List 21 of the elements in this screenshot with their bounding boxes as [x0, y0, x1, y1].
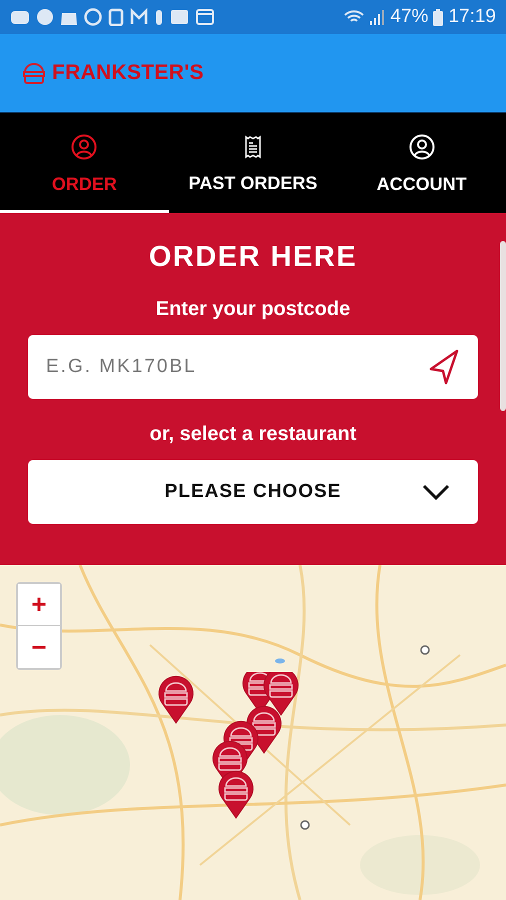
battery-percent: 47% [390, 6, 428, 28]
ring-icon [84, 8, 102, 26]
user-icon [71, 134, 98, 160]
location-arrow-icon[interactable] [428, 349, 460, 385]
panel-title: ORDER HERE [148, 241, 358, 274]
postcode-label: Enter your postcode [156, 298, 350, 321]
user-icon [408, 134, 435, 160]
brand-logo: FRANKSTER'S [52, 61, 204, 85]
mail-icon [130, 8, 148, 26]
postcode-field[interactable]: E.G. MK170BL [28, 335, 478, 399]
chevron-down-icon [422, 484, 450, 500]
clock: 17:19 [448, 6, 496, 28]
restaurant-dropdown[interactable]: PLEASE CHOOSE [28, 460, 478, 524]
receipt-icon [244, 134, 262, 158]
restaurant-label: or, select a restaurant [150, 423, 356, 446]
signal-icon [369, 9, 386, 25]
zoom-in-button[interactable]: + [18, 584, 60, 626]
phone-icon [108, 8, 124, 26]
calendar-icon [196, 8, 214, 26]
battery-icon [433, 8, 444, 26]
burger-icon [22, 61, 46, 85]
